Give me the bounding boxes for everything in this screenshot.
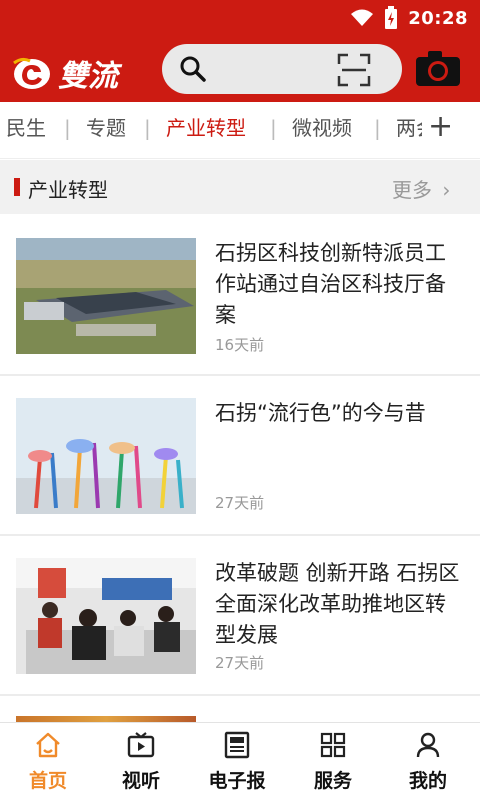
add-tab-icon[interactable]: +	[428, 112, 453, 142]
wifi-icon	[351, 9, 374, 26]
nav-epaper-label: 电子报	[208, 770, 266, 792]
tv-icon	[127, 732, 155, 758]
news-time-2: 27天前	[215, 494, 265, 512]
tab-separator: |	[270, 116, 277, 140]
section-title: 产业转型	[28, 178, 108, 202]
chevron-right-icon: ›	[442, 178, 451, 202]
tab-lianghui[interactable]: 两会	[396, 112, 422, 141]
news-thumbnail-2[interactable]	[16, 398, 196, 514]
nav-profile[interactable]: 我的	[380, 730, 476, 793]
app-logo: 雙流	[12, 50, 118, 96]
tab-minsheng[interactable]: 民生	[6, 112, 46, 141]
nav-home[interactable]: 首页	[0, 730, 96, 793]
news-thumbnail-3[interactable]	[16, 558, 196, 674]
nav-services-label: 服务	[313, 770, 352, 792]
nav-profile-label: 我的	[408, 770, 447, 792]
tab-clip: 两会	[396, 102, 422, 158]
list-divider	[0, 374, 480, 376]
tab-separator: |	[144, 116, 151, 140]
status-icons: 20:28	[350, 6, 468, 30]
tab-zhuanti[interactable]: 专题	[86, 112, 126, 141]
more-link[interactable]: 更多 ›	[392, 174, 450, 203]
news-title-1[interactable]: 石拐区科技创新特派员工作站通过自治区科技厅备案	[215, 238, 465, 331]
logo-mark-icon	[13, 57, 50, 89]
news-title-2[interactable]: 石拐“流行色”的今与昔	[215, 398, 465, 429]
list-divider	[0, 534, 480, 536]
news-time-3: 27天前	[215, 654, 265, 672]
battery-icon	[385, 6, 398, 29]
nav-epaper[interactable]: 电子报	[189, 730, 285, 793]
tab-chanye-zhuanxing[interactable]: 产业转型	[166, 112, 246, 141]
nav-media[interactable]: 视听	[93, 730, 189, 793]
home-icon	[36, 732, 60, 758]
clock: 20:28	[408, 7, 468, 29]
user-icon	[416, 732, 440, 758]
nav-services[interactable]: 服务	[285, 730, 381, 793]
nav-media-label: 视听	[121, 770, 160, 792]
scan-icon[interactable]	[336, 52, 372, 88]
section-marker	[14, 178, 20, 196]
news-time-1: 16天前	[215, 336, 265, 354]
grid-icon	[320, 732, 346, 758]
tab-separator: |	[64, 116, 71, 140]
search-icon[interactable]	[178, 54, 208, 84]
news-thumbnail-1[interactable]	[16, 238, 196, 354]
logo-text: 雙流	[58, 59, 118, 94]
nav-home-label: 首页	[28, 770, 67, 792]
list-divider	[0, 694, 480, 696]
news-title-3[interactable]: 改革破题 创新开路 石拐区全面深化改革助推地区转型发展	[215, 558, 465, 651]
more-label: 更多	[392, 178, 432, 202]
camera-icon[interactable]	[414, 48, 462, 88]
tab-separator: |	[374, 116, 381, 140]
tab-weishipin[interactable]: 微视频	[292, 112, 352, 141]
newspaper-icon	[224, 731, 250, 759]
